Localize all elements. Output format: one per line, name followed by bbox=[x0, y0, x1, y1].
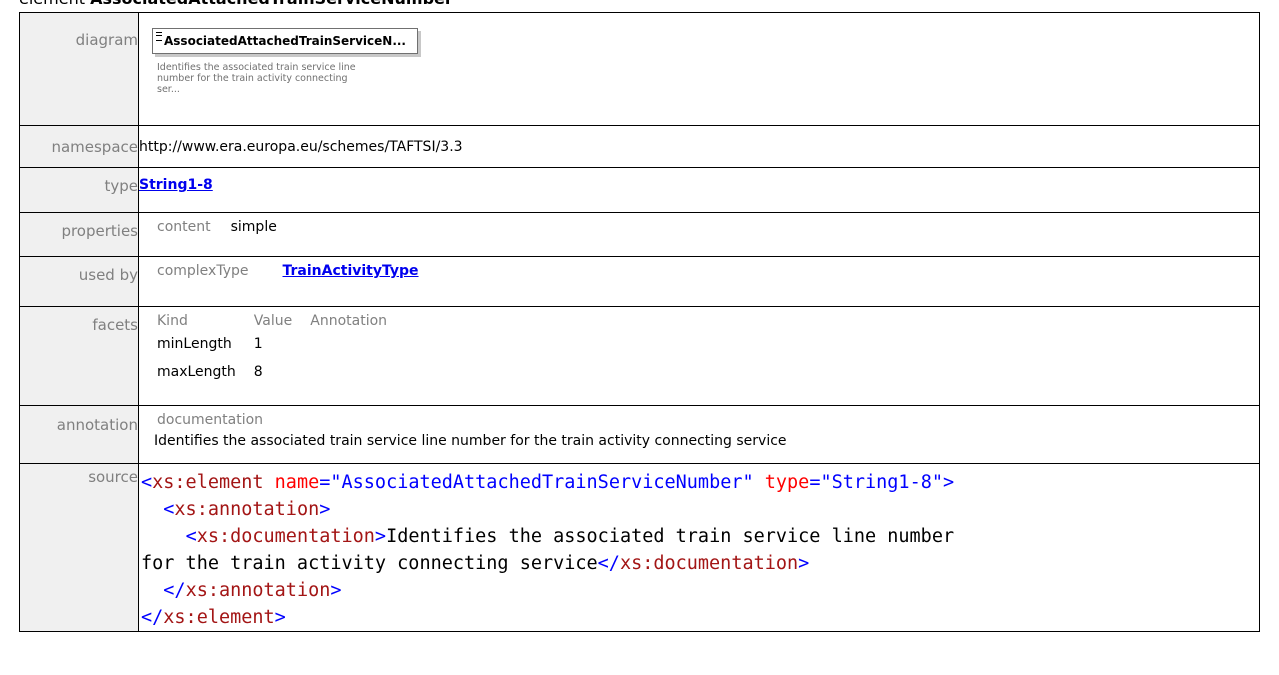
facets-row: facets Kind Value Annotation minLength 1… bbox=[19, 306, 1260, 406]
documentation-text: Identifies the associated train service … bbox=[154, 433, 787, 449]
diagram-description: Identifies the associated train service … bbox=[157, 62, 356, 95]
used-by-label: used by bbox=[19, 256, 139, 307]
heading-prefix: element bbox=[19, 0, 85, 8]
heading-element-name: AssociatedAttachedTrainServiceNumber bbox=[90, 0, 453, 8]
source-row: source <xs:element name="AssociatedAttac… bbox=[19, 463, 1260, 632]
element-documentation-table: diagram AssociatedAttachedTrainServiceN.… bbox=[19, 12, 1260, 632]
namespace-row: namespace http://www.era.europa.eu/schem… bbox=[19, 125, 1260, 168]
facets-table: Kind Value Annotation minLength 1 maxLen… bbox=[157, 313, 405, 385]
properties-key: content bbox=[157, 219, 211, 235]
type-label: type bbox=[19, 167, 139, 213]
element-lines-icon bbox=[156, 32, 162, 41]
properties-label: properties bbox=[19, 212, 139, 257]
page-title: element AssociatedAttachedTrainServiceNu… bbox=[19, 0, 453, 8]
facets-header-value: Value bbox=[253, 313, 293, 329]
diagram-box-title: AssociatedAttachedTrainServiceN... bbox=[164, 34, 406, 48]
facets-header-row: Kind Value Annotation bbox=[157, 313, 405, 329]
facet-annotation bbox=[310, 357, 405, 385]
facet-value: 1 bbox=[253, 336, 263, 352]
source-label: source bbox=[19, 463, 139, 632]
facet-value: 8 bbox=[253, 364, 263, 380]
diagram-row: diagram AssociatedAttachedTrainServiceN.… bbox=[19, 12, 1260, 126]
facets-header-annotation: Annotation bbox=[310, 313, 388, 329]
used-by-link[interactable]: TrainActivityType bbox=[283, 263, 419, 279]
facets-header-kind: Kind bbox=[157, 313, 188, 329]
namespace-label: namespace bbox=[19, 125, 139, 168]
type-link[interactable]: String1-8 bbox=[139, 177, 213, 193]
facet-annotation bbox=[310, 329, 405, 357]
properties-value: simple bbox=[230, 219, 277, 235]
annotation-row: annotation documentation Identifies the … bbox=[19, 405, 1260, 464]
facet-kind: minLength bbox=[157, 336, 232, 352]
annotation-label: annotation bbox=[19, 405, 139, 464]
used-by-key: complexType bbox=[157, 263, 249, 279]
source-code: <xs:element name="AssociatedAttachedTrai… bbox=[141, 472, 955, 628]
table-row: minLength 1 bbox=[157, 329, 405, 357]
facets-label: facets bbox=[19, 306, 139, 406]
used-by-row: used by complexType TrainActivityType bbox=[19, 256, 1260, 307]
properties-row: properties content simple bbox=[19, 212, 1260, 257]
documentation-heading: documentation bbox=[157, 412, 264, 428]
facet-kind: maxLength bbox=[157, 364, 236, 380]
namespace-value: http://www.era.europa.eu/schemes/TAFTSI/… bbox=[138, 125, 1260, 168]
table-row: maxLength 8 bbox=[157, 357, 405, 385]
type-row: type String1-8 bbox=[19, 167, 1260, 213]
element-diagram-box[interactable]: AssociatedAttachedTrainServiceN... bbox=[152, 28, 418, 54]
diagram-label: diagram bbox=[19, 12, 139, 126]
